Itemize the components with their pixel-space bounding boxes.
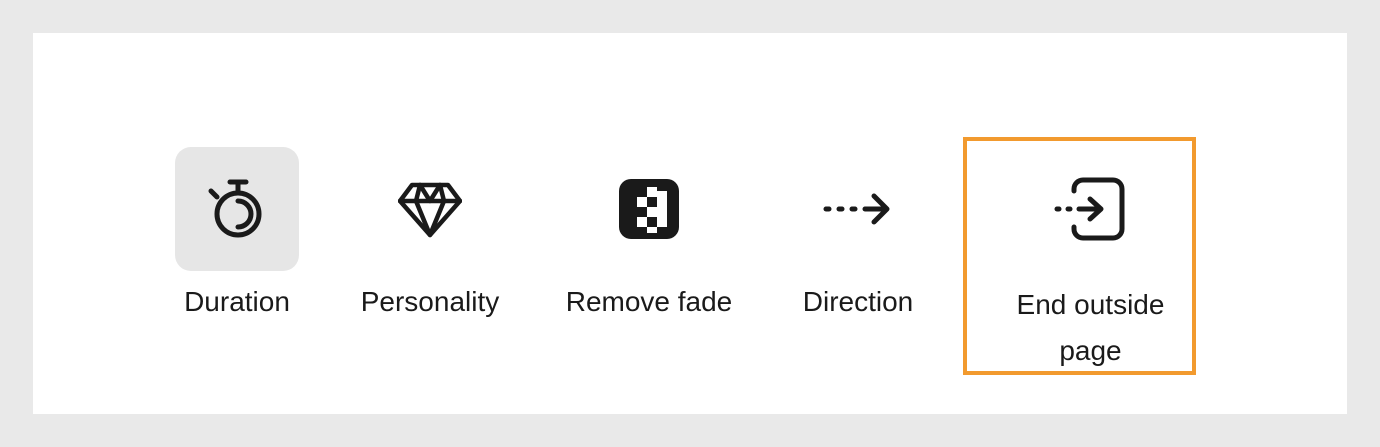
direction-icon-tile[interactable] bbox=[796, 147, 920, 271]
label-line-2: page bbox=[1059, 335, 1122, 366]
remove-fade-icon-tile[interactable] bbox=[587, 147, 711, 271]
fade-checker-icon bbox=[619, 179, 679, 239]
personality-icon-tile[interactable] bbox=[368, 147, 492, 271]
label-line-1: End outside bbox=[1016, 289, 1165, 320]
duration-icon-tile[interactable] bbox=[175, 147, 299, 271]
diamond-icon bbox=[398, 182, 462, 238]
end-outside-page-icon-tile[interactable] bbox=[1028, 147, 1152, 271]
stopwatch-icon bbox=[208, 179, 262, 238]
exit-page-icon bbox=[1054, 177, 1125, 241]
option-remove-fade-label: Remove fade bbox=[565, 286, 733, 317]
option-duration-label: Duration bbox=[184, 286, 290, 317]
option-direction-label: Direction bbox=[802, 286, 914, 317]
dashed-arrow-right-icon bbox=[823, 193, 890, 225]
option-personality-label: Personality bbox=[360, 286, 500, 317]
option-end-outside-page-label: End outside page bbox=[983, 282, 1198, 374]
